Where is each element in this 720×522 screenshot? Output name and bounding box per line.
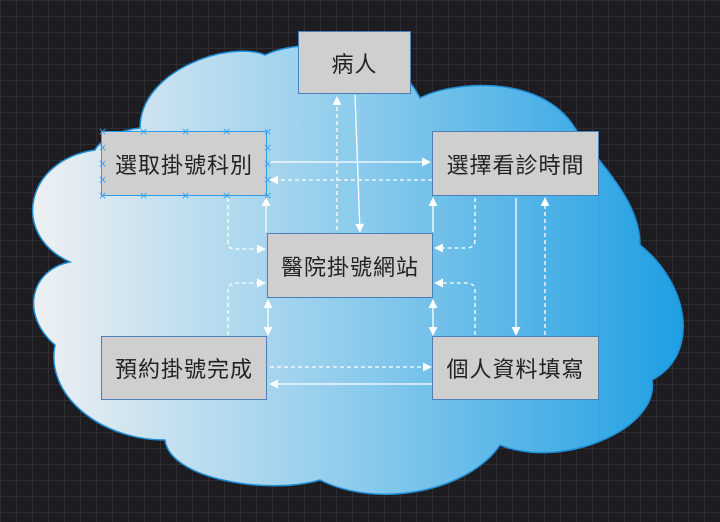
node-hospital-site[interactable]: 醫院掛號網站 [267,233,433,298]
node-select-department-label: 選取掛號科別 [114,153,253,179]
node-hospital-site-label: 醫院掛號網站 [280,255,419,281]
resize-handle-left-1[interactable]: × [98,142,107,153]
resize-handle-left-3[interactable]: × [98,174,107,185]
resize-handle-right-3[interactable]: × [263,174,272,185]
resize-handle-top-1[interactable]: × [139,126,148,137]
node-patient[interactable]: 病人 [298,31,411,94]
node-select-department[interactable]: 選取掛號科別 [101,131,267,196]
resize-handle-top-2[interactable]: × [181,126,190,137]
resize-handle-right-1[interactable]: × [263,142,272,153]
resize-handle-top-3[interactable]: × [222,126,231,137]
node-patient-label: 病人 [331,52,378,78]
resize-handle-bottom-1[interactable]: × [139,190,148,201]
resize-handle-bottom-3[interactable]: × [222,190,231,201]
resize-handle-top-left[interactable]: × [98,126,107,137]
resize-handle-left-2[interactable]: × [98,158,107,169]
resize-handle-right-2[interactable]: × [263,158,272,169]
resize-handle-bottom-right[interactable]: × [263,190,272,201]
node-select-time-label: 選擇看診時間 [446,153,585,179]
resize-handle-bottom-2[interactable]: × [181,190,190,201]
node-booking-complete-label: 預約掛號完成 [114,358,253,383]
node-booking-complete[interactable]: 預約掛號完成 [101,336,267,400]
node-fill-personal-info[interactable]: 個人資料填寫 [432,336,599,400]
node-fill-personal-info-label: 個人資料填寫 [446,358,585,383]
resize-handle-top-right[interactable]: × [263,126,272,137]
node-select-time[interactable]: 選擇看診時間 [432,131,599,196]
resize-handle-bottom-left[interactable]: × [98,190,107,201]
